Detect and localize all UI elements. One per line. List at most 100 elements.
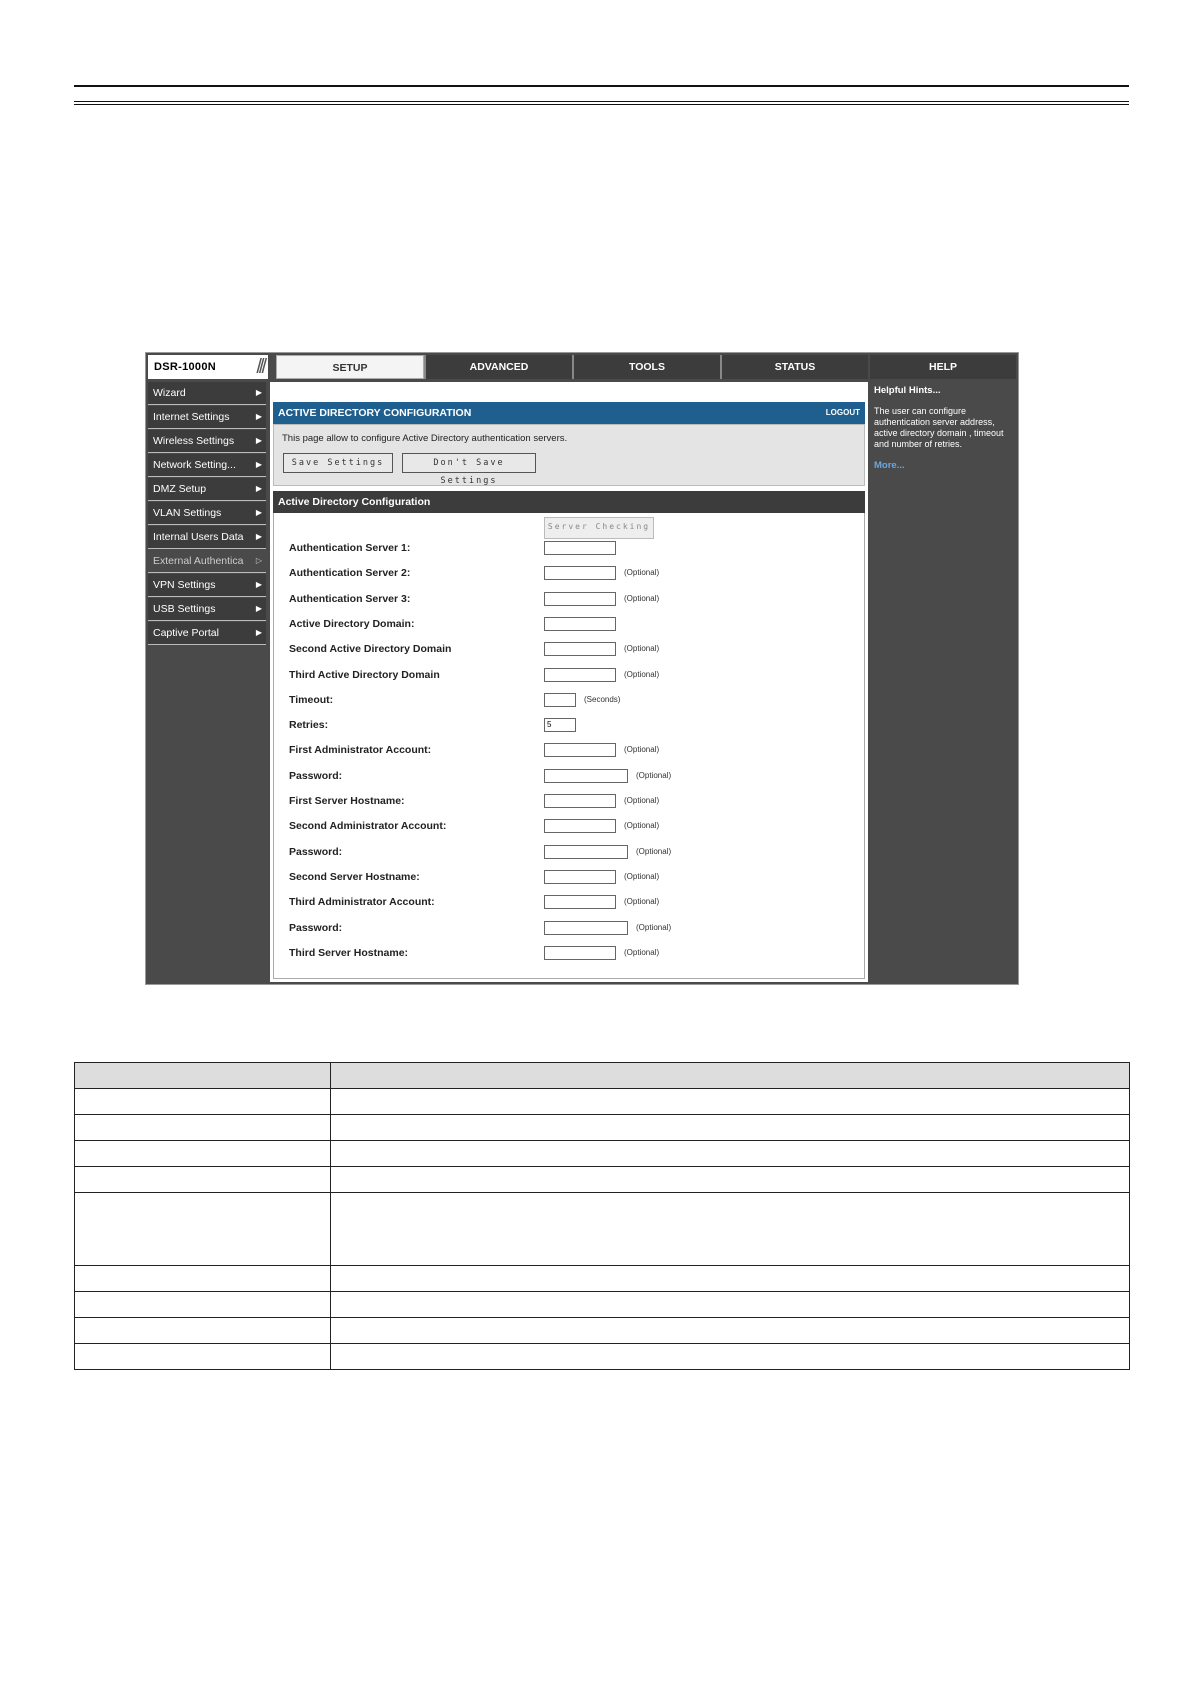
help-more-link[interactable]: More... <box>874 460 905 471</box>
table-row <box>74 1088 1130 1115</box>
arrow-right-icon: ▶ <box>255 604 262 613</box>
field-note: (Optional) <box>624 897 660 907</box>
sidebar-item-label: Network Setting... <box>153 459 236 471</box>
main-content: ACTIVE DIRECTORY CONFIGURATION LOGOUT Th… <box>270 382 868 982</box>
field-note: (Optional) <box>624 821 660 831</box>
field-input[interactable] <box>544 642 616 657</box>
sidebar-item-label: VLAN Settings <box>153 507 222 519</box>
field-note: (Optional) <box>636 922 672 932</box>
sidebar-item-wizard[interactable]: Wizard ▶ <box>148 382 266 405</box>
field-input[interactable] <box>544 819 616 834</box>
tab-tools[interactable]: TOOLS <box>572 355 720 379</box>
arrow-right-icon: ▶ <box>255 412 262 421</box>
field-input[interactable] <box>544 945 616 960</box>
sidebar-item-label: Internet Settings <box>153 411 230 423</box>
field-label: Password: <box>289 921 343 934</box>
field-input[interactable] <box>544 667 616 682</box>
field-input[interactable] <box>544 541 616 555</box>
field-input[interactable] <box>544 794 616 808</box>
table-row <box>74 1114 1130 1141</box>
sidebar-item-internet-settings[interactable]: Internet Settings ▶ <box>148 406 266 429</box>
sidebar-item-dmz-setup[interactable]: DMZ Setup ▶ <box>148 478 266 501</box>
field-input[interactable] <box>544 566 616 581</box>
sidebar-item-vpn-settings[interactable]: VPN Settings ▶ <box>148 574 266 597</box>
arrow-right-icon: ▶ <box>255 436 262 445</box>
save-settings-button[interactable]: Save Settings <box>283 453 393 473</box>
arrow-right-icon: ▶ <box>255 388 262 397</box>
field-label: Third Administrator Account: <box>289 896 435 909</box>
field-label: Third Server Hostname: <box>289 946 409 959</box>
field-label: Third Active Directory Domain <box>289 668 440 681</box>
ad-config-form: Server Checking Authentication Server 1:… <box>273 513 865 979</box>
field-input[interactable]: 5 <box>544 718 576 733</box>
field-note: (Optional) <box>636 846 672 856</box>
field-label: First Administrator Account: <box>289 744 432 757</box>
logout-link[interactable]: LOGOUT <box>826 402 860 424</box>
field-label: Second Server Hostname: <box>289 870 420 883</box>
field-input[interactable] <box>544 920 628 935</box>
field-input[interactable] <box>544 616 616 631</box>
field-note: (Optional) <box>624 593 660 603</box>
field-label: Authentication Server 2: <box>289 567 411 580</box>
field-note: (Optional) <box>624 796 660 805</box>
field-label: Authentication Server 1: <box>289 542 411 554</box>
sidebar-item-label: Wizard <box>153 387 186 399</box>
field-note: (Optional) <box>624 947 660 957</box>
field-label: Timeout: <box>289 693 334 706</box>
tab-setup[interactable]: SETUP <box>276 355 424 379</box>
server-checking-button[interactable]: Server Checking <box>544 517 654 539</box>
tab-status[interactable]: STATUS <box>720 355 868 379</box>
sidebar-item-captive-portal[interactable]: Captive Portal ▶ <box>148 622 266 645</box>
field-label: Retries: <box>289 719 329 732</box>
sidebar-item-network-setting[interactable]: Network Setting... ▶ <box>148 454 266 477</box>
table-header-row <box>74 1062 1130 1089</box>
sidebar-item-wireless-settings[interactable]: Wireless Settings ▶ <box>148 430 266 453</box>
arrow-right-outline-icon: ▷ <box>255 556 262 565</box>
table-row <box>74 1343 1130 1370</box>
table-row <box>74 1265 1130 1292</box>
field-input[interactable] <box>544 768 628 783</box>
help-text: The user can configure authentication se… <box>874 406 1004 449</box>
help-title: Helpful Hints... <box>874 385 941 396</box>
router-ui-screenshot: DSR-1000N /// SETUP ADVANCED TOOLS STATU… <box>145 352 1019 985</box>
sidebar-item-vlan-settings[interactable]: VLAN Settings ▶ <box>148 502 266 525</box>
field-input[interactable] <box>544 743 616 758</box>
table-row <box>74 1291 1130 1318</box>
sidebar-item-external-authentication[interactable]: External Authentica ▷ <box>148 550 266 573</box>
arrow-right-icon: ▶ <box>255 508 262 517</box>
field-input[interactable] <box>544 869 616 884</box>
tab-help[interactable]: HELP <box>870 355 1016 379</box>
field-label: Second Active Directory Domain <box>289 643 452 656</box>
field-label: Password: <box>289 845 343 858</box>
field-label: Active Directory Domain: <box>289 617 415 630</box>
field-note: (Optional) <box>636 770 672 780</box>
panel-description-box: This page allow to configure Active Dire… <box>273 424 865 486</box>
tab-advanced[interactable]: ADVANCED <box>424 355 572 379</box>
field-note: (Optional) <box>624 644 660 654</box>
field-input[interactable] <box>544 895 616 910</box>
sidebar-item-internal-users-data[interactable]: Internal Users Data ▶ <box>148 526 266 549</box>
description-table <box>74 1062 1130 1370</box>
field-note: (Optional) <box>624 745 660 755</box>
header-double-rule-lower <box>74 104 1129 105</box>
field-input[interactable] <box>544 692 576 707</box>
field-input[interactable] <box>544 844 628 859</box>
sidebar-item-label: Wireless Settings <box>153 435 235 447</box>
section-title: Active Directory Configuration <box>273 491 865 513</box>
field-label: Authentication Server 3: <box>289 592 411 605</box>
field-note: (Optional) <box>624 871 660 881</box>
sidebar: Wizard ▶ Internet Settings ▶ Wireless Sett… <box>148 382 266 646</box>
logo-text: DSR-1000N <box>154 361 217 373</box>
table-row <box>74 1317 1130 1344</box>
arrow-right-icon: ▶ <box>255 532 262 541</box>
arrow-right-icon: ▶ <box>255 580 262 589</box>
sidebar-item-label: VPN Settings <box>153 579 216 591</box>
field-input[interactable] <box>544 591 616 606</box>
help-panel: Helpful Hints... The user can configure … <box>870 382 1016 982</box>
arrow-right-icon: ▶ <box>255 484 262 493</box>
sidebar-item-usb-settings[interactable]: USB Settings ▶ <box>148 598 266 621</box>
field-note: (Optional) <box>624 568 660 578</box>
table-row <box>74 1140 1130 1167</box>
dont-save-settings-button[interactable]: Don't Save Settings <box>402 453 536 486</box>
field-label: Password: <box>289 769 343 782</box>
